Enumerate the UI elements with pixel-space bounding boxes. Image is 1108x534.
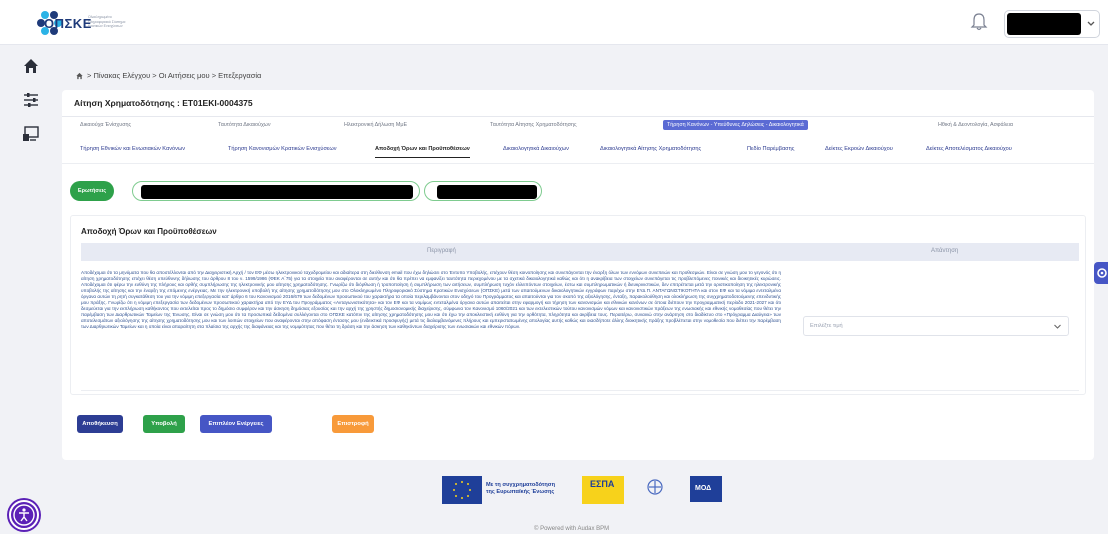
opske-logo[interactable]: ΟΠΣΚΕ Ολοκληρωμένο Πληροφοριακό Σύστημα … bbox=[36, 9, 128, 37]
redacted-field-2 bbox=[424, 181, 542, 201]
section-tabs: Δικαιούχα Ένίσχυσης Ταυτότητα Δικαιούχων… bbox=[62, 120, 1094, 136]
tab-application-identity[interactable]: Ταυτότητα Αίτησης Χρηματοδότησης bbox=[490, 122, 577, 128]
tab-ethics-security[interactable]: Ηθική & Δεοντολογία, Ασφάλεια bbox=[938, 122, 1013, 128]
breadcrumb-text[interactable]: > Πίνακας Ελέγχου > Οι Αιτήσεις μου > Επ… bbox=[87, 71, 261, 80]
tab-national-rules[interactable]: Τήρηση Εθνικών και Ενωσιακών Κανόνων bbox=[80, 146, 185, 152]
redacted-block bbox=[437, 185, 537, 199]
moa-text: ΜΟΔ bbox=[695, 485, 712, 492]
chevron-down-icon bbox=[236, 438, 244, 443]
top-bar: ΟΠΣΚΕ Ολοκληρωμένο Πληροφοριακό Σύστημα … bbox=[0, 0, 1108, 45]
status-badge: Ερωτήσεις bbox=[70, 181, 114, 201]
greek-emblem-icon bbox=[647, 479, 663, 495]
logo-text: ΟΠΣΚΕ bbox=[44, 16, 92, 31]
answer-select[interactable]: Επιλέξτε τιμή bbox=[803, 316, 1069, 336]
logo-subtitle: Ολοκληρωμένο Πληροφοριακό Σύστημα Κρατικ… bbox=[88, 15, 126, 28]
tab-result-indicators[interactable]: Δείκτες Αποτελέσματος Δικαιούχου bbox=[926, 146, 1012, 152]
divider bbox=[81, 390, 1079, 391]
table-header: Περιγραφή Απάντηση bbox=[81, 243, 1079, 261]
chevron-down-icon bbox=[1087, 21, 1095, 26]
terms-panel: Αποδοχή Όρων και Προϋποθέσεων Περιγραφή … bbox=[70, 215, 1086, 395]
tab-application-documents[interactable]: Δικαιολογητικά Αίτησης Χρηματοδότησης bbox=[600, 146, 701, 152]
back-button[interactable]: Επιστροφή bbox=[332, 415, 374, 433]
gear-icon bbox=[1097, 268, 1107, 278]
settings-tab[interactable] bbox=[1094, 262, 1108, 284]
bell-icon[interactable] bbox=[970, 12, 988, 32]
terms-text: Αποδέχομαι ότι τα μηνύματα που θα αποστέ… bbox=[81, 270, 781, 330]
tab-eligibility[interactable]: Δικαιούχα Ένίσχυσης bbox=[80, 122, 131, 128]
save-button[interactable]: Αποθήκευση bbox=[77, 415, 123, 433]
tab-output-indicators[interactable]: Δείκτες Εκροών Δικαιούχου bbox=[825, 146, 893, 152]
subsection-tabs: Τήρηση Εθνικών και Ενωσιακών Κανόνων Τήρ… bbox=[62, 146, 1094, 164]
tab-beneficiary-documents[interactable]: Δικαιολογητικά Δικαιούχων bbox=[503, 146, 569, 152]
submit-button[interactable]: Υποβολή bbox=[143, 415, 185, 433]
eu-flag-icon bbox=[442, 476, 482, 504]
tab-rules-declarations[interactable]: Τήρηση Κανόνων - Υπεύθυνες Δηλώσεις - Δι… bbox=[663, 120, 808, 130]
answer-placeholder: Επιλέξτε τιμή bbox=[810, 323, 843, 329]
more-actions-button[interactable]: Επιπλέον Ενέργειες bbox=[200, 415, 272, 443]
footer-logos: Με τη συγχρηματοδότηση της Ευρωπαϊκής Έν… bbox=[442, 476, 722, 510]
redacted-field-1 bbox=[132, 181, 420, 201]
divider bbox=[62, 116, 1094, 117]
tab-beneficiary-identity[interactable]: Ταυτότητα Δικαιούχων bbox=[218, 122, 271, 128]
tab-sme-declaration[interactable]: Ηλεκτρονική Δήλωση ΜμΕ bbox=[344, 122, 407, 128]
espa-text: ΕΣΠΑ bbox=[590, 479, 615, 489]
chevron-down-icon bbox=[1054, 324, 1061, 329]
screen-icon[interactable] bbox=[22, 125, 40, 143]
more-actions-label: Επιπλέον Ενέργειες bbox=[208, 421, 264, 427]
sliders-icon[interactable] bbox=[22, 91, 40, 109]
section-title: Αποδοχή Όρων και Προϋποθέσεων bbox=[81, 227, 217, 236]
tab-state-aid-rules[interactable]: Τήρηση Κανονισμών Κρατικών Ενισχύσεων bbox=[228, 146, 337, 152]
user-menu[interactable] bbox=[1004, 10, 1100, 38]
redacted-block bbox=[141, 185, 413, 199]
breadcrumb: > Πίνακας Ελέγχου > Οι Αιτήσεις μου > Επ… bbox=[75, 71, 261, 80]
column-description: Περιγραφή bbox=[427, 248, 456, 254]
main-card: Αίτηση Χρηματοδότησης : ΕΤ01ΕΚΙ-0004375 … bbox=[62, 90, 1094, 460]
sidebar bbox=[0, 45, 62, 534]
column-answer: Απάντηση bbox=[931, 248, 959, 254]
page-title: Αίτηση Χρηματοδότησης : ΕΤ01ΕΚΙ-0004375 bbox=[74, 98, 253, 108]
tab-terms-acceptance[interactable]: Αποδοχή Όρων και Προϋποθέσεων bbox=[375, 146, 470, 158]
tab-intervention-field[interactable]: Πεδίο Παρέμβασης bbox=[747, 146, 794, 152]
copyright: © Powered with Audax BPM bbox=[534, 526, 610, 532]
home-icon[interactable] bbox=[75, 72, 84, 80]
accessibility-button[interactable] bbox=[9, 500, 39, 530]
accessibility-icon bbox=[13, 504, 35, 526]
eu-cofunding-text: Με τη συγχρηματοδότηση της Ευρωπαϊκής Έν… bbox=[486, 482, 556, 495]
home-icon[interactable] bbox=[22, 57, 40, 75]
user-name-redacted bbox=[1007, 13, 1081, 35]
